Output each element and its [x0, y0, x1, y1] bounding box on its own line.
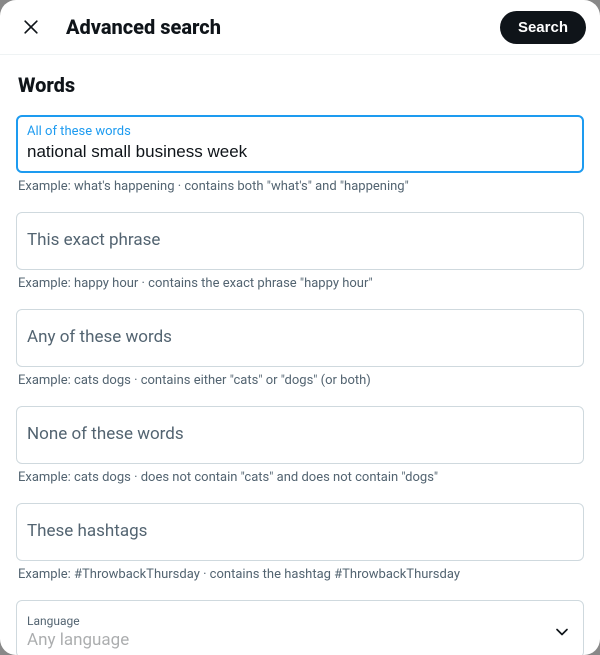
modal-header: Advanced search Search [0, 0, 600, 55]
hint-any-words: Example: cats dogs · contains either "ca… [16, 373, 584, 388]
search-button[interactable]: Search [500, 11, 586, 44]
dropdown-value-language: Any language [27, 630, 551, 650]
close-icon[interactable] [14, 10, 48, 44]
field-group-all-words: All of these words Example: what's happe… [16, 115, 584, 194]
field-exact-phrase[interactable]: This exact phrase [16, 212, 584, 270]
all-words-input[interactable] [27, 142, 573, 162]
field-group-language: Language Any language [16, 600, 584, 655]
field-group-exact-phrase: This exact phrase Example: happy hour · … [16, 212, 584, 291]
field-label-none-words: None of these words [27, 424, 573, 444]
modal-content: Words All of these words Example: what's… [0, 55, 600, 655]
field-group-none-words: None of these words Example: cats dogs ·… [16, 406, 584, 485]
field-label-hashtags: These hashtags [27, 521, 573, 541]
chevron-down-icon [551, 621, 573, 643]
section-title-words: Words [18, 73, 584, 97]
hint-exact-phrase: Example: happy hour · contains the exact… [16, 276, 584, 291]
hint-all-words: Example: what's happening · contains bot… [16, 179, 584, 194]
field-hashtags[interactable]: These hashtags [16, 503, 584, 561]
field-group-hashtags: These hashtags Example: #ThrowbackThursd… [16, 503, 584, 582]
language-dropdown[interactable]: Language Any language [16, 600, 584, 655]
field-label-any-words: Any of these words [27, 327, 573, 347]
hint-none-words: Example: cats dogs · does not contain "c… [16, 470, 584, 485]
modal-title: Advanced search [66, 15, 482, 39]
field-none-words[interactable]: None of these words [16, 406, 584, 464]
field-all-words[interactable]: All of these words [16, 115, 584, 173]
advanced-search-modal: Advanced search Search Words All of thes… [0, 0, 600, 655]
field-group-any-words: Any of these words Example: cats dogs · … [16, 309, 584, 388]
field-any-words[interactable]: Any of these words [16, 309, 584, 367]
dropdown-label-language: Language [27, 614, 551, 628]
hint-hashtags: Example: #ThrowbackThursday · contains t… [16, 567, 584, 582]
field-label-exact-phrase: This exact phrase [27, 230, 573, 250]
field-label-all-words: All of these words [27, 124, 573, 140]
